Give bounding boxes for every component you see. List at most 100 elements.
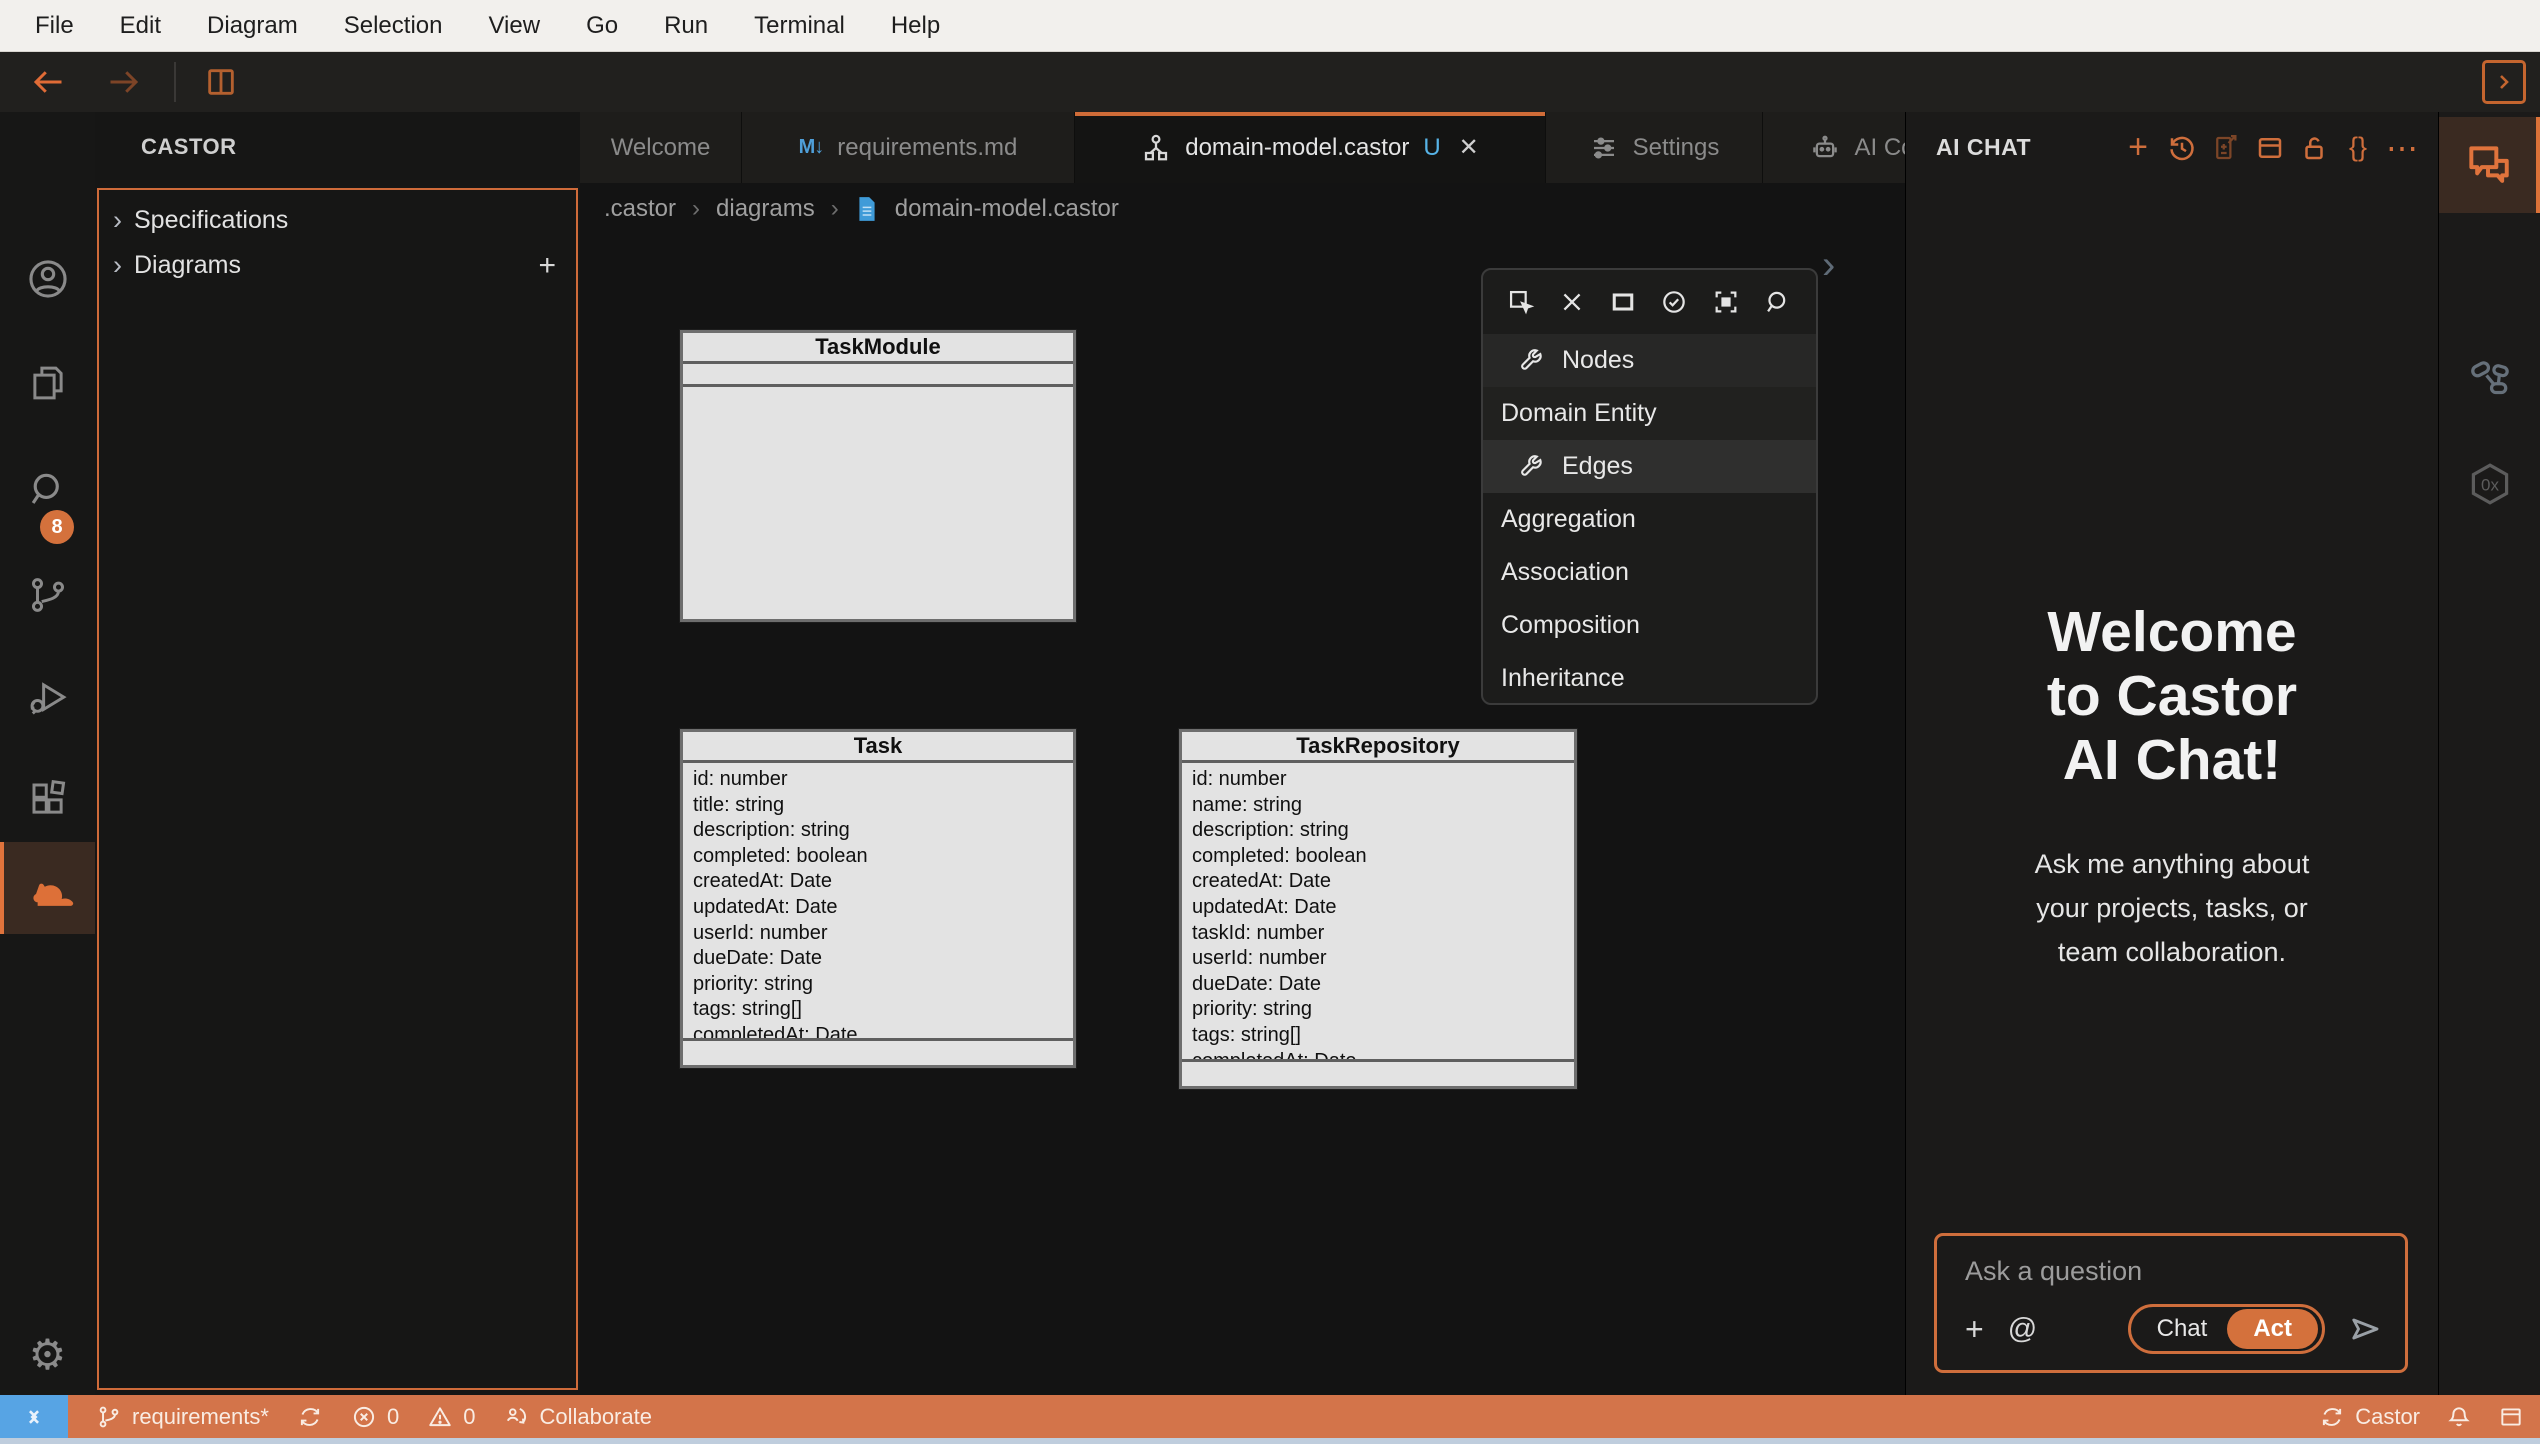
- collapse-palette-chevron-icon[interactable]: ›: [1822, 243, 1835, 288]
- uml-attribute: completed: boolean: [1192, 844, 1564, 870]
- collaborate-label: Collaborate: [539, 1404, 652, 1430]
- close-icon[interactable]: ✕: [1459, 133, 1479, 162]
- menu-item[interactable]: Edit: [97, 12, 184, 40]
- delete-icon[interactable]: [1559, 289, 1585, 315]
- zoom-search-icon[interactable]: [1764, 288, 1792, 316]
- tree-item-diagrams[interactable]: › Diagrams +: [99, 243, 576, 288]
- settings-gear-icon[interactable]: ⚙: [29, 1330, 67, 1379]
- git-branch-status[interactable]: requirements*: [96, 1404, 269, 1430]
- palette-item[interactable]: Aggregation: [1483, 493, 1816, 546]
- breadcrumb-segment[interactable]: domain-model.castor: [895, 195, 1119, 223]
- extensions-icon[interactable]: [27, 778, 69, 820]
- chat-bubbles-icon: [2463, 140, 2513, 190]
- warnings-status[interactable]: 0: [427, 1404, 475, 1430]
- split-editor-icon[interactable]: [204, 65, 238, 99]
- run-debug-icon[interactable]: [27, 677, 69, 719]
- panel-layout-icon[interactable]: [2498, 1404, 2524, 1430]
- palette-item[interactable]: Inheritance: [1483, 652, 1816, 705]
- file-icon: [855, 196, 879, 222]
- chat-input-placeholder[interactable]: Ask a question: [1965, 1256, 2383, 1287]
- unlock-icon[interactable]: [2292, 128, 2336, 168]
- add-diagram-button[interactable]: +: [538, 249, 556, 283]
- breadcrumb-segment[interactable]: diagrams: [716, 195, 815, 223]
- wrench-icon: [1517, 453, 1544, 480]
- hex-0x-icon[interactable]: 0x: [2466, 460, 2514, 508]
- source-control-badge: 8: [40, 510, 74, 544]
- braces-icon[interactable]: {}: [2336, 128, 2380, 168]
- uml-node-task[interactable]: Task id: numbertitle: stringdescription:…: [680, 729, 1076, 1068]
- menu-item[interactable]: Help: [868, 12, 963, 40]
- tree-item-specifications[interactable]: › Specifications: [99, 198, 576, 243]
- castor-ide-window: FileEditDiagramSelectionViewGoRunTermina…: [0, 0, 2540, 1444]
- uml-node-taskmodule[interactable]: TaskModule: [680, 330, 1076, 622]
- ai-chat-title: AI CHAT: [1936, 134, 2116, 161]
- mode-chat-option[interactable]: Chat: [2131, 1315, 2228, 1343]
- uml-body-compartment: [683, 387, 1073, 619]
- tab-welcome[interactable]: Welcome: [580, 112, 742, 183]
- menu-item[interactable]: Terminal: [731, 12, 868, 40]
- palette-section-edges[interactable]: Edges: [1483, 440, 1816, 493]
- account-icon[interactable]: [26, 257, 70, 301]
- branch-name: requirements*: [132, 1404, 269, 1430]
- status-bar-right: Castor: [2293, 1404, 2524, 1430]
- palette-item[interactable]: Composition: [1483, 599, 1816, 652]
- app-sync-status[interactable]: Castor: [2319, 1404, 2420, 1430]
- tab-domain-model[interactable]: domain-model.castor U ✕: [1075, 112, 1546, 183]
- source-control-icon[interactable]: [27, 574, 69, 616]
- palette-item[interactable]: Association: [1483, 546, 1816, 599]
- new-chat-plus-icon[interactable]: +: [2116, 128, 2160, 168]
- layout-panel-icon[interactable]: [2248, 128, 2292, 168]
- castor-activity-item[interactable]: [0, 842, 95, 934]
- select-cursor-icon[interactable]: [1507, 288, 1535, 316]
- history-icon[interactable]: [2160, 128, 2204, 168]
- hierarchy-graph-icon[interactable]: [2467, 354, 2513, 400]
- export-chat-icon[interactable]: [2204, 128, 2248, 168]
- tab-requirements[interactable]: M↓ requirements.md: [742, 112, 1075, 183]
- open-remote-window-icon[interactable]: [2482, 60, 2526, 104]
- send-icon[interactable]: [2347, 1311, 2383, 1347]
- ai-chat-activity-item[interactable]: [2439, 117, 2540, 213]
- uml-node-taskrepository[interactable]: TaskRepository id: numbername: stringdes…: [1179, 729, 1577, 1089]
- remote-indicator[interactable]: [0, 1395, 68, 1438]
- palette-toolbar: [1483, 270, 1816, 334]
- tab-ai-co[interactable]: AI Co: [1763, 112, 1905, 183]
- menu-item[interactable]: Run: [641, 12, 731, 40]
- menu-item[interactable]: Diagram: [184, 12, 321, 40]
- tab-label: Settings: [1633, 134, 1720, 162]
- menu-item[interactable]: Selection: [321, 12, 466, 40]
- errors-status[interactable]: 0: [351, 1404, 399, 1430]
- marquee-frame-icon[interactable]: [1609, 288, 1637, 316]
- menu-item[interactable]: File: [12, 12, 97, 40]
- palette-item[interactable]: Domain Entity: [1483, 387, 1816, 440]
- attach-plus-icon[interactable]: +: [1965, 1311, 1984, 1348]
- menu-item[interactable]: View: [465, 12, 563, 40]
- back-arrow-icon[interactable]: [30, 64, 66, 100]
- validate-check-icon[interactable]: [1660, 288, 1688, 316]
- chat-mode-toggle[interactable]: Chat Act: [2128, 1304, 2325, 1354]
- diagram-tool-palette: Nodes Domain Entity Edges AggregationAss…: [1481, 268, 1818, 705]
- ai-chat-input-box[interactable]: Ask a question + @ Chat Act: [1934, 1233, 2408, 1373]
- uml-node-title: TaskRepository: [1182, 732, 1574, 763]
- error-count: 0: [387, 1404, 399, 1430]
- tab-settings[interactable]: Settings: [1546, 112, 1763, 183]
- palette-section-nodes[interactable]: Nodes: [1483, 334, 1816, 387]
- mention-at-icon[interactable]: @: [2008, 1313, 2037, 1346]
- tab-label: requirements.md: [837, 134, 1017, 162]
- fit-to-screen-icon[interactable]: [1712, 288, 1740, 316]
- sync-status[interactable]: [297, 1404, 323, 1430]
- forward-arrow-icon[interactable]: [106, 64, 142, 100]
- menu-item[interactable]: Go: [563, 12, 641, 40]
- notifications-bell-icon[interactable]: [2446, 1404, 2472, 1430]
- tab-modified-indicator: U: [1423, 134, 1440, 162]
- breadcrumb-segment[interactable]: .castor: [604, 195, 676, 223]
- more-actions-icon[interactable]: ⋯: [2380, 128, 2424, 168]
- search-icon[interactable]: [27, 468, 69, 510]
- uml-attribute: userId: number: [693, 921, 1063, 947]
- collaborate-status[interactable]: Collaborate: [503, 1404, 652, 1430]
- uml-node-title: TaskModule: [683, 333, 1073, 364]
- mode-act-option[interactable]: Act: [2227, 1309, 2318, 1349]
- explorer-files-icon[interactable]: [27, 362, 69, 404]
- chevron-right-icon: ›: [113, 205, 122, 236]
- tab-label: AI Co: [1854, 134, 1905, 162]
- diagram-canvas[interactable]: TaskModule Task id: numbertitle: stringd…: [580, 235, 1905, 1395]
